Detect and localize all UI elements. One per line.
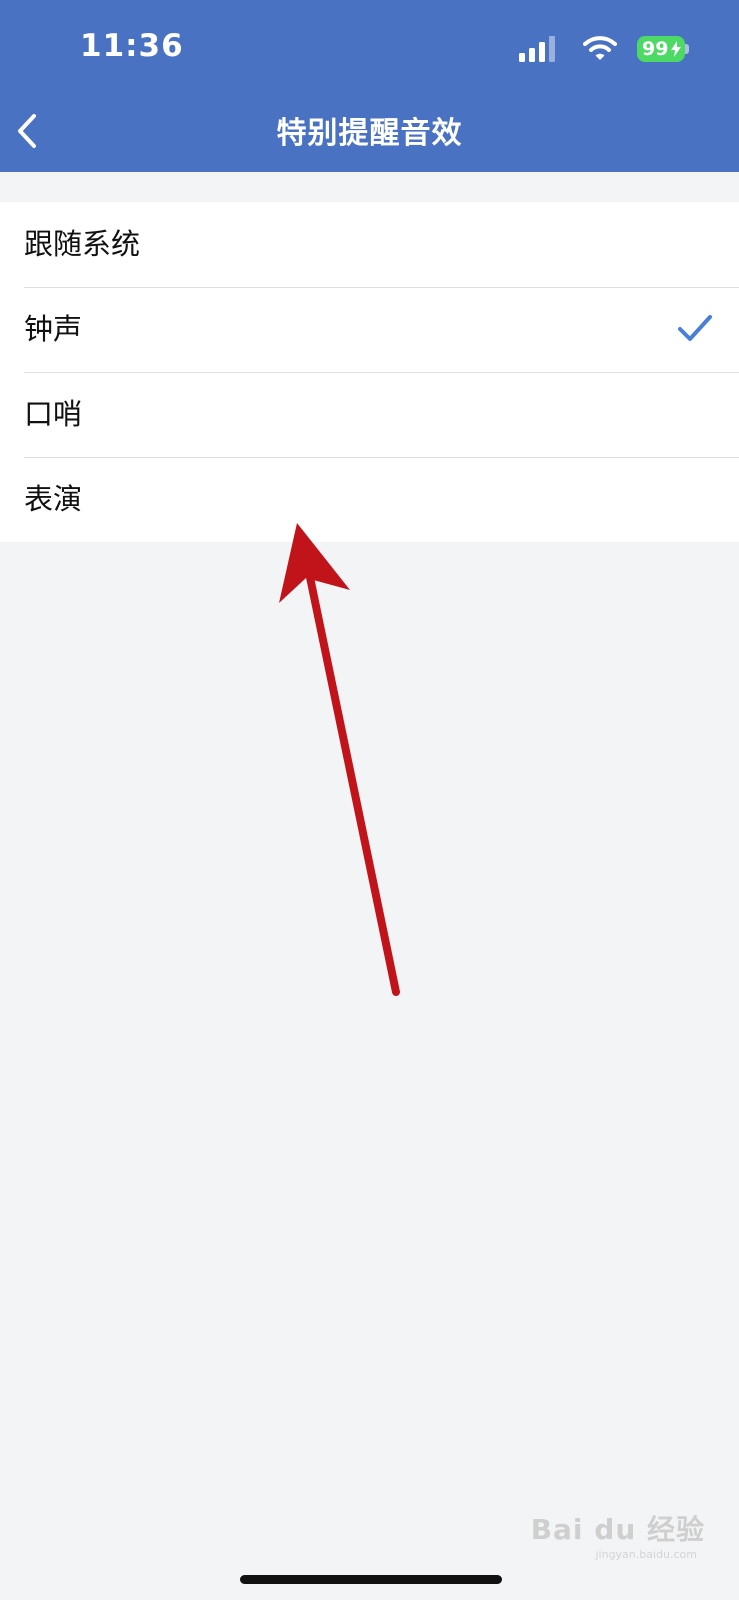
battery-charging-icon: 99 bbox=[637, 36, 689, 62]
page-title: 特别提醒音效 bbox=[276, 116, 463, 151]
option-label: 表演 bbox=[24, 482, 83, 516]
home-indicator[interactable] bbox=[240, 1575, 502, 1584]
wifi-icon bbox=[583, 36, 617, 60]
sound-options-list: 跟随系统 钟声 口哨 表演 bbox=[0, 202, 739, 542]
list-item[interactable]: 钟声 bbox=[0, 287, 739, 372]
option-label: 跟随系统 bbox=[24, 227, 141, 261]
checkmark-icon bbox=[678, 315, 712, 341]
battery-cap bbox=[685, 44, 689, 54]
list-item[interactable]: 跟随系统 bbox=[0, 202, 739, 287]
signal-icon bbox=[519, 36, 555, 62]
battery-level: 99 bbox=[642, 38, 669, 60]
app-header: 11:36 99 特别提醒音效 bbox=[0, 0, 739, 172]
charging-bolt-icon bbox=[671, 41, 681, 57]
list-item[interactable]: 表演 bbox=[0, 457, 739, 542]
status-time: 11:36 bbox=[80, 28, 184, 64]
option-label: 口哨 bbox=[24, 397, 83, 431]
option-label: 钟声 bbox=[24, 312, 83, 346]
list-item[interactable]: 口哨 bbox=[0, 372, 739, 457]
watermark-logo: Bai du 经验 bbox=[530, 1513, 705, 1546]
watermark-url: jingyan.baidu.com bbox=[595, 1548, 697, 1561]
